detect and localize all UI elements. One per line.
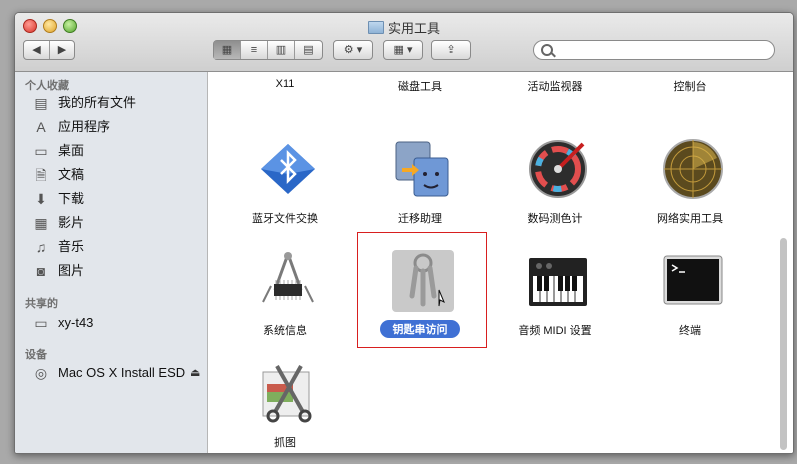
sidebar-section-shared: 共享的: [25, 298, 58, 310]
migration-icon: [392, 138, 454, 200]
search-field[interactable]: [533, 40, 775, 60]
midi-keyboard-icon: [527, 250, 589, 312]
sidebar-item-shared-computer[interactable]: ▭ xy-t43: [33, 312, 203, 334]
disk-icon: ◎: [34, 365, 48, 381]
sidebar-section-devices: 设备: [25, 349, 47, 361]
column-view-button[interactable]: ▥: [268, 41, 295, 59]
radar-icon: [662, 138, 724, 200]
downloads-icon: ⬇: [35, 191, 47, 207]
app-grab[interactable]: 抓图: [220, 346, 350, 453]
sidebar-item-music[interactable]: ♫ 音乐: [33, 236, 203, 258]
sidebar-item-documents[interactable]: 🗎 文稿: [33, 164, 203, 186]
list-view-button[interactable]: ≡: [241, 41, 268, 59]
share-button[interactable]: ⇪: [431, 40, 471, 60]
sidebar-item-desktop[interactable]: ▭ 桌面: [33, 140, 203, 162]
grab-icon: [257, 362, 319, 424]
view-mode-control: ▦ ≡ ▥ ▤: [213, 40, 323, 60]
action-button[interactable]: ⚙ ▾: [333, 40, 373, 60]
app-migration-assistant[interactable]: 迁移助理: [355, 122, 485, 232]
toolbar: 实用工具 ◀ ▶ ▦ ≡ ▥ ▤ ⚙ ▾ ▦ ▾ ⇪: [15, 13, 793, 72]
folder-icon: [367, 21, 384, 34]
selection-highlight-frame: [357, 232, 487, 348]
music-icon: ♫: [35, 239, 47, 255]
app-audio-midi-setup[interactable]: 音频 MIDI 设置: [490, 234, 620, 344]
sidebar-item-all-files[interactable]: ▤ 我的所有文件: [33, 92, 203, 114]
system-info-icon: [257, 250, 319, 312]
app-digital-color-meter[interactable]: 数码测色计: [490, 122, 620, 232]
colorimeter-icon: [527, 138, 589, 200]
computer-icon: ▭: [34, 315, 48, 331]
back-button[interactable]: ◀: [24, 41, 50, 59]
sidebar-section-favorites: 个人收藏: [25, 80, 69, 92]
app-network-utility[interactable]: 网络实用工具: [625, 122, 755, 232]
sidebar-item-pictures[interactable]: ◙ 图片: [33, 260, 203, 282]
window-title: 实用工具: [15, 18, 793, 37]
chevron-down-icon: ▾: [406, 44, 413, 56]
sidebar-item-downloads[interactable]: ⬇ 下载: [33, 188, 203, 210]
coverflow-view-button[interactable]: ▤: [295, 41, 322, 59]
terminal-icon: [662, 250, 724, 312]
gear-icon: ⚙: [343, 44, 354, 56]
sidebar-item-applications[interactable]: A 应用程序: [33, 116, 203, 138]
back-forward-control: ◀ ▶: [23, 40, 75, 60]
arrange-button[interactable]: ▦ ▾: [383, 40, 423, 60]
app-bluetooth-file-exchange[interactable]: 蓝牙文件交换: [220, 122, 350, 232]
app-terminal[interactable]: 终端: [625, 234, 755, 344]
search-icon: [541, 44, 553, 56]
file-icon-grid: X11 磁盘工具 活动监视器 控制台 蓝牙文件交换 迁移助理 数码测色计 网络实…: [208, 72, 793, 453]
forward-button[interactable]: ▶: [50, 41, 74, 59]
bluetooth-icon: [257, 138, 319, 200]
pictures-icon: ◙: [36, 263, 46, 279]
arrange-icon: ▦: [393, 44, 404, 56]
all-files-icon: ▤: [34, 95, 48, 111]
app-system-information[interactable]: 系统信息: [220, 234, 350, 344]
sidebar-item-movies[interactable]: ▦ 影片: [33, 212, 203, 234]
search-input[interactable]: [556, 43, 770, 59]
documents-icon: 🗎: [35, 167, 47, 183]
eject-icon[interactable]: ⏏: [190, 362, 200, 384]
vertical-scrollbar[interactable]: [780, 238, 787, 450]
sidebar: 个人收藏 ▤ 我的所有文件 A 应用程序 ▭ 桌面 🗎 文稿 ⬇ 下载 ▦ 影片…: [15, 72, 208, 453]
finder-window: 实用工具 ◀ ▶ ▦ ≡ ▥ ▤ ⚙ ▾ ▦ ▾ ⇪ 个人收藏 ▤ 我的所有文件 A: [14, 12, 794, 454]
share-icon: ⇪: [446, 44, 456, 56]
applications-icon: A: [36, 119, 46, 135]
chevron-down-icon: ▾: [356, 44, 363, 56]
desktop-icon: ▭: [34, 143, 48, 159]
movies-icon: ▦: [34, 215, 48, 231]
sidebar-item-install-disk[interactable]: ◎ Mac OS X Install ESD ⏏: [33, 362, 203, 384]
icon-view-button[interactable]: ▦: [214, 41, 241, 59]
